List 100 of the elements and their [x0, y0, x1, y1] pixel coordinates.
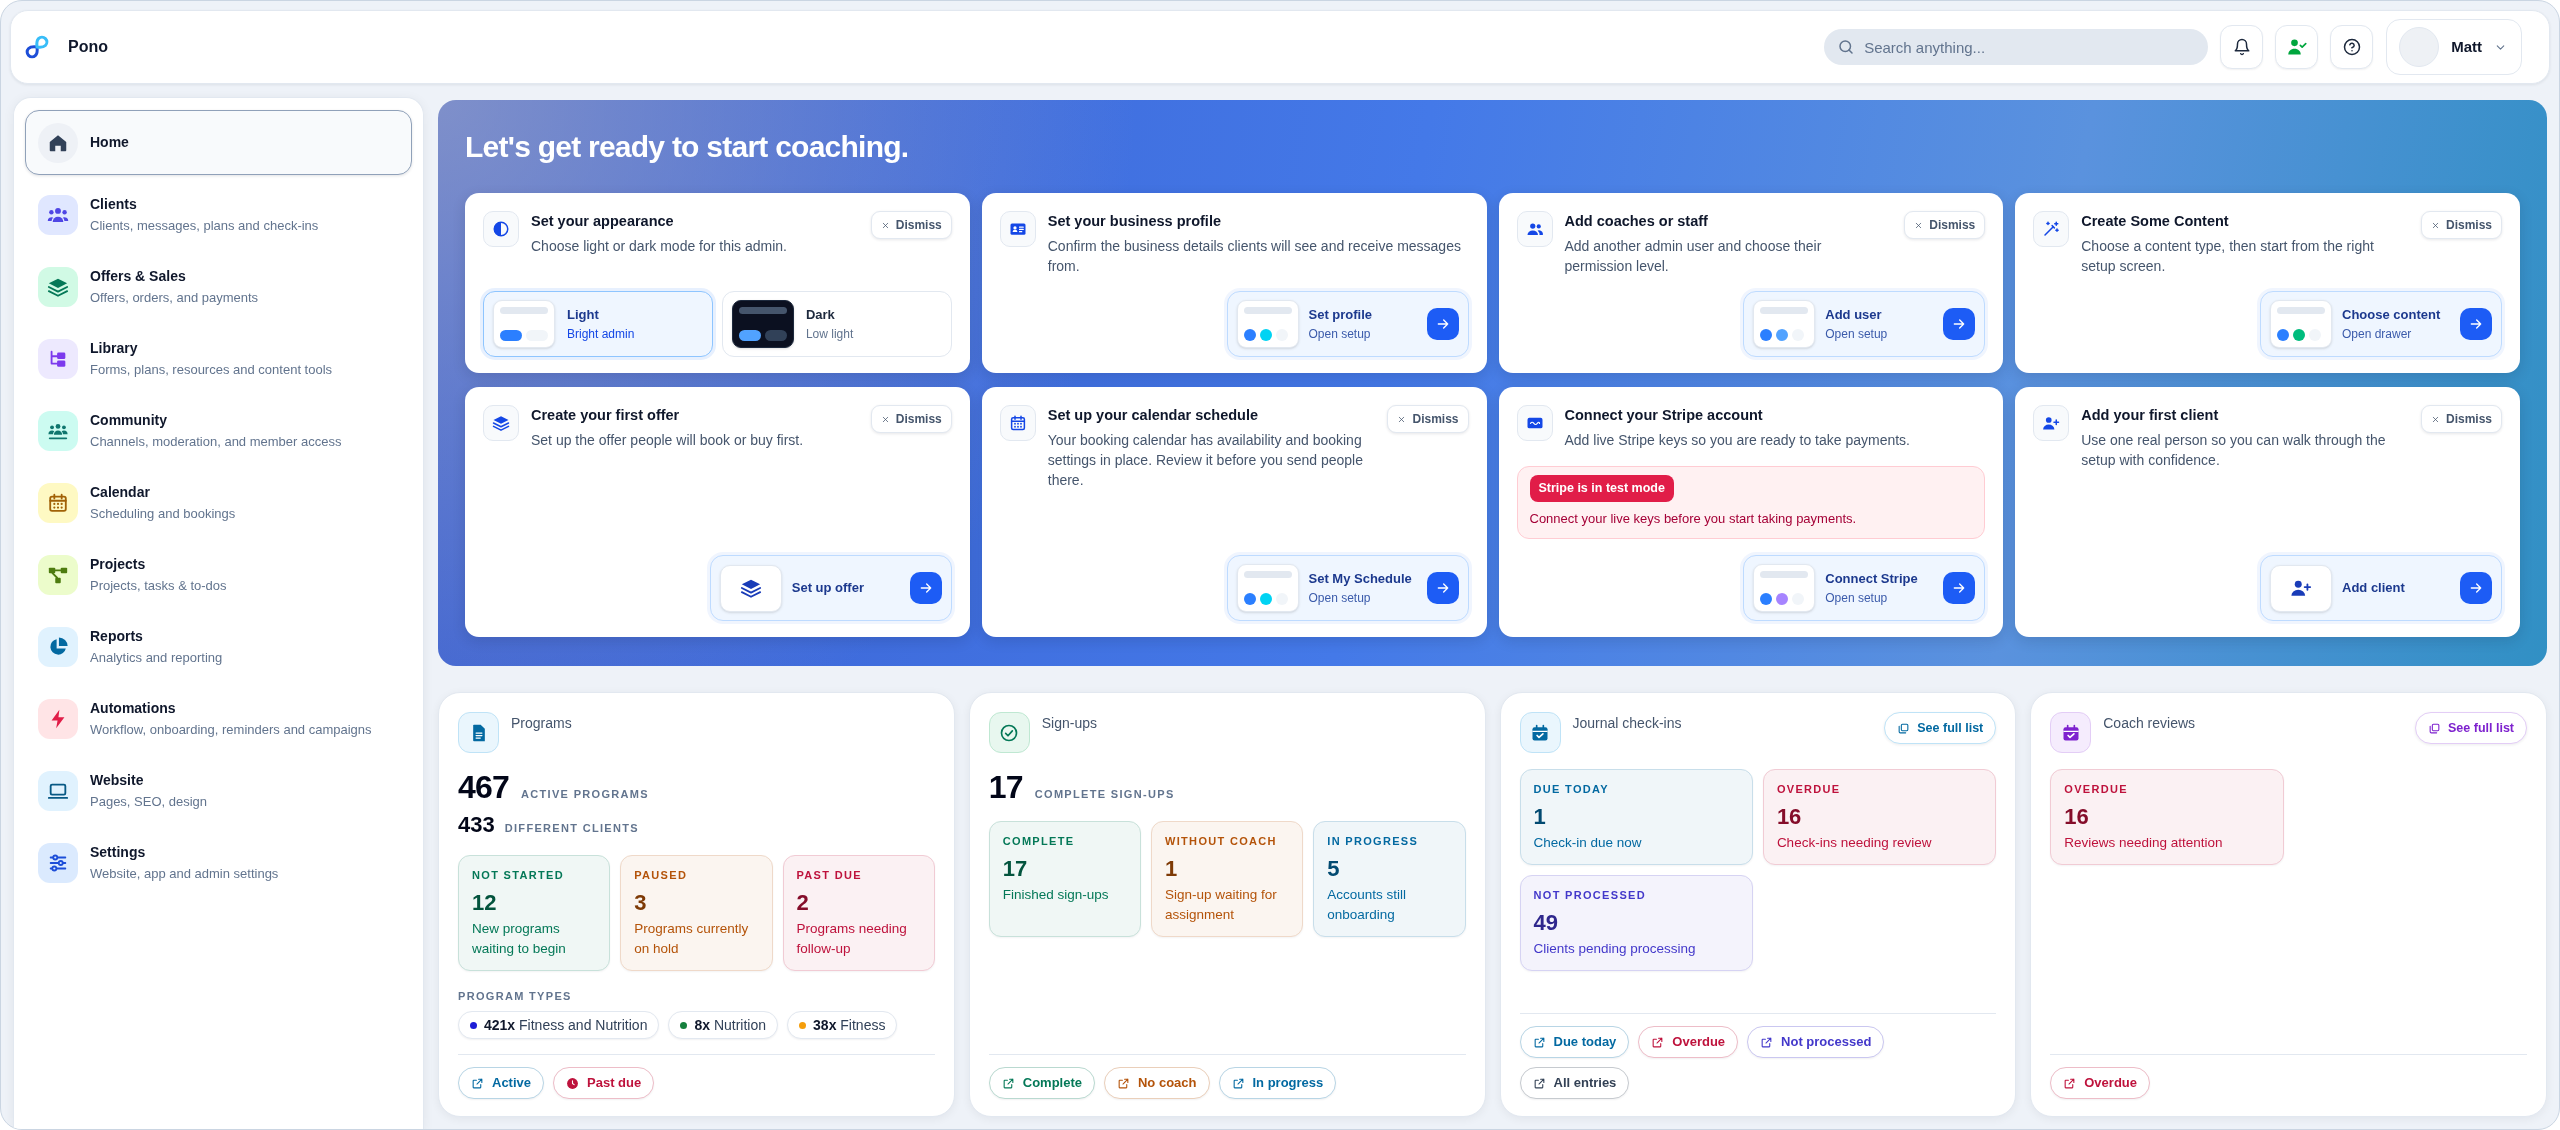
dismiss-button[interactable]: Dismiss — [1904, 211, 1986, 239]
notifications-button[interactable] — [2220, 25, 2264, 69]
dismiss-button[interactable]: Dismiss — [2420, 211, 2502, 239]
theme-option[interactable]: Light Bright admin — [483, 291, 713, 357]
user-status-button[interactable] — [2275, 25, 2319, 69]
stat-value: 49 — [1533, 909, 1559, 937]
help-button[interactable] — [2330, 25, 2374, 69]
external-link-icon — [2063, 1076, 2077, 1090]
setup-action-button[interactable]: Set up offer — [709, 555, 952, 621]
help-icon — [2342, 38, 2361, 56]
external-link-icon — [1231, 1076, 1245, 1090]
screen-preview-icon — [1236, 564, 1299, 612]
arrow-right-icon — [1426, 572, 1459, 604]
dismiss-button[interactable]: Dismiss — [870, 211, 952, 239]
card-title: Set your business profile — [1047, 212, 1222, 231]
metric-value: 467 — [458, 769, 509, 805]
filter-link[interactable]: Due today — [1519, 1026, 1630, 1058]
card-description: Use one real person so you can walk through the setup with confidence. — [2081, 431, 2387, 470]
external-link-icon — [1760, 1035, 1774, 1049]
stat-label: PAUSED — [634, 868, 689, 883]
see-full-list-button[interactable]: See full list — [2415, 712, 2527, 744]
card-title: Journal check-ins — [1572, 714, 1682, 733]
card-description: Set up the offer people will book or buy first. — [531, 431, 805, 450]
stat-value: 3 — [634, 889, 648, 917]
dark-theme-preview-icon — [731, 300, 794, 348]
theme-option[interactable]: Dark Low light — [721, 291, 952, 357]
metric-label: DIFFERENT CLIENTS — [504, 821, 639, 836]
logo-icon — [23, 33, 51, 61]
card-description: Choose light or dark mode for this admin. — [531, 237, 788, 256]
dismiss-button[interactable]: Dismiss — [1387, 405, 1469, 433]
calendar-icon — [999, 405, 1036, 441]
dismiss-button[interactable]: Dismiss — [2420, 405, 2502, 433]
card-icon — [1516, 405, 1553, 441]
user-menu-button[interactable]: Matt — [2386, 19, 2522, 75]
stat-description: Programs needing follow-up — [796, 920, 908, 958]
contrast-icon — [483, 211, 519, 247]
card-title: Connect your Stripe account — [1564, 406, 1764, 425]
arrow-right-icon — [2460, 572, 2492, 604]
close-icon — [2430, 414, 2440, 424]
program-type-label: 421x Fitness and Nutrition — [484, 1015, 648, 1035]
setup-action-button[interactable]: Choose content Open drawer — [2260, 291, 2502, 357]
card-description: Add another admin user and choose their permission level. — [1564, 237, 1823, 276]
dismiss-button[interactable]: Dismiss — [870, 405, 952, 433]
filter-link[interactable]: Overdue — [2050, 1067, 2150, 1099]
filter-link[interactable]: Not processed — [1747, 1026, 1885, 1058]
filter-link[interactable]: No coach — [1104, 1067, 1210, 1099]
layers-icon — [719, 564, 782, 612]
program-type-label: 8x Nutrition — [694, 1015, 767, 1035]
hero-title: Let's get ready to start coaching. — [465, 129, 910, 165]
pie-chart-icon — [38, 626, 78, 667]
stat-value: 17 — [1002, 855, 1029, 883]
section-label: PROGRAM TYPES — [458, 989, 573, 1004]
metric-label: COMPLETE SIGN-UPS — [1034, 787, 1175, 802]
setup-action-button[interactable]: Connect Stripe Open setup — [1743, 555, 1986, 621]
layers-icon — [38, 266, 78, 307]
see-full-list-button[interactable]: See full list — [1884, 712, 1997, 744]
screen-preview-icon — [1236, 300, 1299, 348]
arrow-right-icon — [1943, 572, 1976, 604]
stat-label: DUE TODAY — [1533, 782, 1610, 797]
filter-link[interactable]: All entries — [1519, 1067, 1630, 1099]
filter-link[interactable]: Complete — [988, 1067, 1095, 1099]
filter-link[interactable]: In progress — [1218, 1067, 1337, 1099]
filter-link[interactable]: Past due — [553, 1067, 655, 1099]
arrow-right-icon — [909, 572, 942, 604]
stat-description: Check-ins needing review — [1776, 834, 1933, 852]
close-icon — [1397, 414, 1407, 424]
card-title: Set up your calendar schedule — [1047, 406, 1260, 425]
setup-action-button[interactable]: Set My Schedule Open setup — [1226, 555, 1469, 621]
card-title: Programs — [511, 714, 572, 733]
external-link-icon — [1117, 1076, 1130, 1090]
filter-link[interactable]: Overdue — [1638, 1026, 1739, 1058]
calendar-check-icon — [2050, 712, 2092, 753]
external-link-icon — [1001, 1076, 1015, 1090]
card-description: Confirm the business details clients will see and receive messages from. — [1047, 237, 1462, 276]
sliders-icon — [38, 842, 78, 883]
stat-value: 5 — [1327, 855, 1341, 883]
stat-label: OVERDUE — [1776, 782, 1842, 797]
setup-action-button[interactable]: Add user Open setup — [1743, 291, 1986, 357]
alert-text: Connect your live keys before you start taking payments. — [1529, 510, 1857, 528]
people-icon — [1516, 211, 1553, 247]
setup-action-button[interactable]: Add client — [2260, 555, 2502, 621]
app-name: Pono — [68, 37, 108, 57]
status-badge: Stripe is in test mode — [1529, 475, 1674, 502]
stat-description: Clients pending processing — [1533, 940, 1697, 958]
stat-label: COMPLETE — [1002, 834, 1076, 849]
laptop-icon — [38, 770, 78, 811]
stat-description: Reviews needing attention — [2064, 834, 2224, 852]
stat-value: 2 — [796, 889, 810, 917]
layers-icon — [483, 405, 519, 441]
stat-description: Accounts still onboarding — [1327, 886, 1408, 924]
group-icon — [38, 410, 78, 451]
stat-label: NOT STARTED — [472, 868, 565, 883]
card-title: Coach reviews — [2103, 714, 2196, 733]
nav-item[interactable]: Home — [25, 110, 412, 175]
filter-link[interactable]: Active — [458, 1067, 545, 1099]
setup-action-button[interactable]: Set profile Open setup — [1226, 291, 1469, 357]
external-link-icon — [1651, 1035, 1665, 1049]
card-title: Set your appearance — [531, 212, 675, 231]
close-icon — [880, 220, 890, 230]
search-field[interactable]: Search anything... — [1824, 29, 2209, 65]
